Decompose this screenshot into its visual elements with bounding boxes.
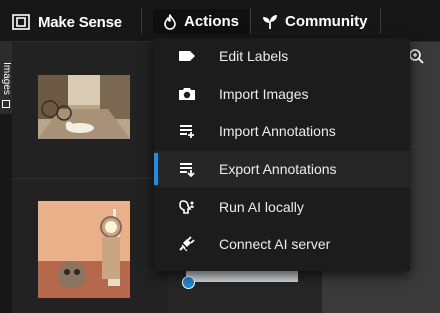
actions-dropdown-menu: Edit Labels Import Images Import Annotat… — [154, 38, 410, 271]
community-menu-button[interactable]: Community — [252, 9, 378, 34]
import-list-icon — [180, 125, 194, 138]
separator — [380, 8, 381, 34]
menu-item-run-ai-locally[interactable]: Run AI locally — [154, 189, 410, 225]
menu-item-label: Export Annotations — [219, 161, 337, 177]
image-thumbnail-street[interactable] — [38, 75, 130, 139]
app-name: Make Sense — [38, 13, 122, 31]
logo-icon — [12, 14, 30, 30]
images-tab-icon — [2, 100, 10, 108]
export-list-icon — [180, 163, 195, 177]
menu-item-connect-ai-server[interactable]: Connect AI server — [154, 226, 410, 262]
menu-item-export-annotations[interactable]: Export Annotations — [154, 151, 410, 187]
menu-item-import-annotations[interactable]: Import Annotations — [154, 113, 410, 149]
menu-item-label: Connect AI server — [219, 236, 331, 252]
actions-menu-button[interactable]: Actions — [153, 9, 250, 34]
zoom-icon[interactable] — [408, 48, 424, 64]
divider — [12, 178, 167, 179]
images-side-tab[interactable]: Images — [0, 42, 12, 114]
menu-item-label: Run AI locally — [219, 199, 304, 215]
label-tag-icon — [179, 51, 195, 61]
image-thumbnail-clock[interactable] — [38, 201, 130, 298]
selected-check-icon — [182, 276, 195, 289]
clock-photo — [38, 201, 130, 298]
street-photo — [38, 75, 130, 139]
menu-item-label: Import Images — [219, 86, 309, 102]
menu-item-edit-labels[interactable]: Edit Labels — [154, 38, 410, 74]
top-navigation-bar: Make Sense Actions Community — [0, 0, 440, 42]
menu-item-label: Import Annotations — [219, 123, 336, 139]
separator — [250, 8, 251, 34]
hover-indicator — [154, 153, 158, 185]
plug-icon — [179, 236, 195, 252]
community-label: Community — [285, 13, 368, 30]
sprout-icon — [263, 14, 277, 29]
actions-label: Actions — [184, 13, 240, 30]
menu-item-label: Edit Labels — [219, 48, 289, 64]
brand[interactable]: Make Sense — [12, 12, 122, 32]
menu-item-import-images[interactable]: Import Images — [154, 76, 410, 112]
ai-brain-icon — [179, 200, 194, 214]
separator — [141, 8, 142, 34]
fire-icon — [164, 13, 176, 30]
camera-icon — [179, 88, 195, 100]
images-tab-label: Images — [0, 61, 12, 95]
